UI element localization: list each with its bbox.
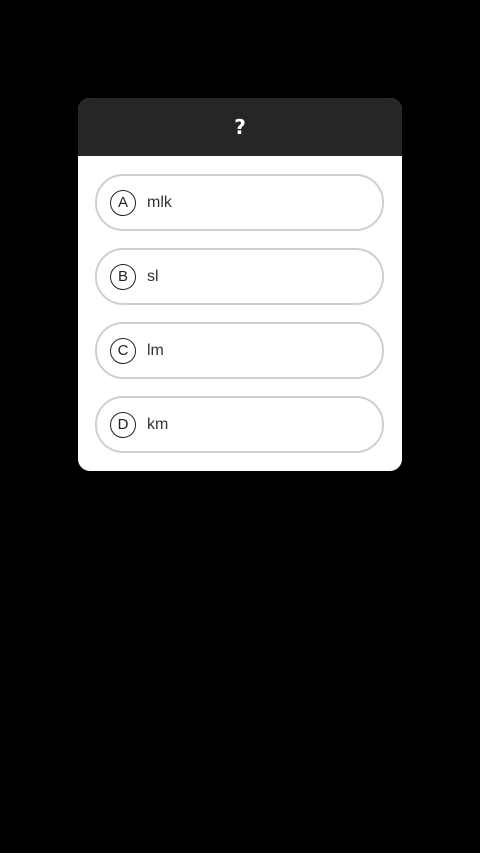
option-letter-badge: B — [110, 263, 136, 290]
option-label: lm — [147, 341, 164, 359]
answer-options: A mlk B sl C lm D km — [78, 156, 402, 453]
option-letter-badge: C — [110, 337, 136, 364]
option-label: mlk — [147, 193, 172, 211]
question-title: ? — [234, 115, 246, 139]
option-letter-badge: D — [110, 411, 136, 438]
answer-option-d[interactable]: D km — [95, 396, 384, 453]
dialog-header: ? — [78, 98, 402, 156]
screen-background: ? A mlk B sl C lm D km — [0, 0, 480, 853]
option-letter-badge: A — [110, 189, 136, 216]
answer-option-b[interactable]: B sl — [95, 248, 384, 305]
quiz-dialog: ? A mlk B sl C lm D km — [78, 98, 402, 471]
answer-option-a[interactable]: A mlk — [95, 174, 384, 231]
answer-option-c[interactable]: C lm — [95, 322, 384, 379]
option-label: km — [147, 415, 169, 433]
option-label: sl — [147, 267, 159, 285]
